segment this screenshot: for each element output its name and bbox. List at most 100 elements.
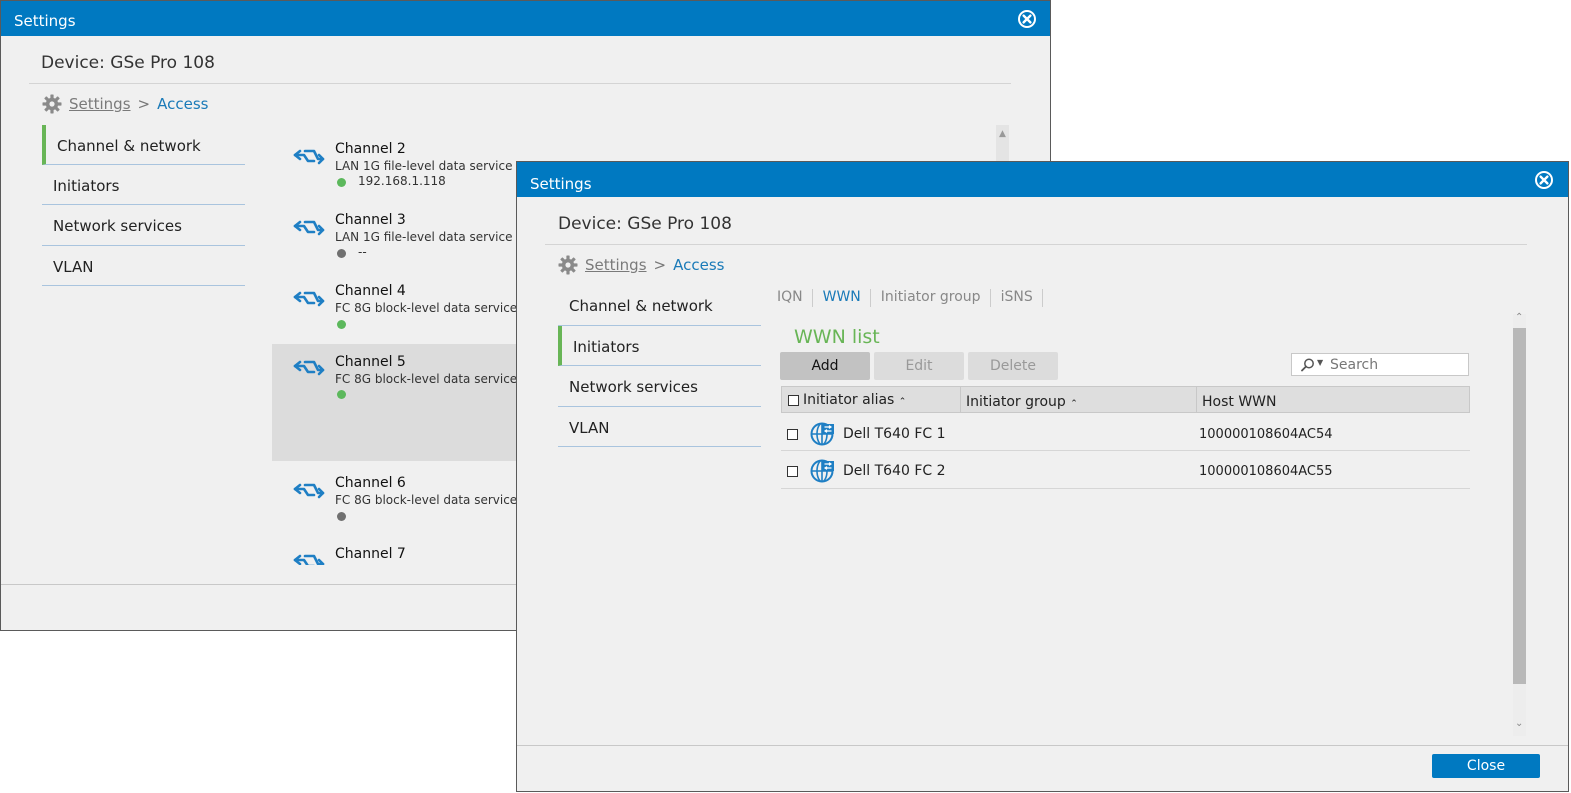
front-nav-vlan[interactable]: VLAN bbox=[558, 407, 761, 447]
tab-isns[interactable]: iSNS bbox=[1001, 289, 1043, 307]
status-dot-gray bbox=[337, 512, 346, 521]
cell-host-wwn: 100000108604AC55 bbox=[1199, 464, 1333, 479]
column-header-initiator-group[interactable]: Initiator group ⌃ bbox=[966, 394, 1078, 410]
back-nav-initiators[interactable]: Initiators bbox=[42, 165, 245, 205]
front-scrollbar[interactable]: ⌃ ⌄ bbox=[1513, 312, 1526, 736]
channel-item-3[interactable]: Channel 3 LAN 1G file-level data service… bbox=[272, 209, 532, 279]
add-button[interactable]: Add bbox=[780, 352, 870, 380]
back-device-label: Device: GSe Pro 108 bbox=[41, 53, 215, 73]
channel-name: Channel 6 bbox=[335, 475, 406, 491]
close-button[interactable]: Close bbox=[1432, 754, 1540, 778]
channel-item-6[interactable]: Channel 6 FC 8G block-level data service… bbox=[272, 472, 536, 542]
channel-name: Channel 4 bbox=[335, 283, 406, 299]
front-footer-divider bbox=[517, 745, 1568, 746]
front-title-bar: Settings bbox=[517, 162, 1568, 197]
column-divider bbox=[1196, 387, 1197, 412]
tab-initiator-group[interactable]: Initiator group bbox=[881, 289, 991, 307]
back-breadcrumb: Settings > Access bbox=[42, 94, 208, 114]
nav-label: Channel & network bbox=[569, 297, 713, 315]
channel-item-7[interactable]: Channel 7 bbox=[272, 543, 532, 565]
column-label: Initiator alias bbox=[803, 392, 895, 408]
nav-label: Network services bbox=[569, 378, 698, 396]
channel-name: Channel 5 bbox=[335, 354, 406, 370]
column-label: Initiator group bbox=[966, 394, 1066, 410]
channel-ip: 192.168.1.118 bbox=[358, 174, 446, 188]
channel-item-4[interactable]: Channel 4 FC 8G block-level data service… bbox=[272, 280, 536, 350]
column-divider bbox=[960, 387, 961, 412]
back-nav-vlan[interactable]: VLAN bbox=[42, 246, 245, 286]
channel-name: Channel 7 bbox=[335, 546, 406, 562]
wwn-table: Initiator alias ⌃ Initiator group ⌃ Host… bbox=[781, 386, 1470, 489]
initiator-icon bbox=[810, 421, 836, 447]
front-settings-window: Settings Device: GSe Pro 108 Settings > … bbox=[516, 161, 1569, 792]
status-dot-green bbox=[337, 320, 346, 329]
status-dot-gray bbox=[337, 249, 346, 258]
scroll-down-arrow-icon[interactable]: ⌄ bbox=[1515, 718, 1523, 729]
scroll-up-arrow-icon[interactable]: ⌃ bbox=[1515, 312, 1523, 323]
back-close-icon[interactable] bbox=[1018, 10, 1036, 28]
front-device-label: Device: GSe Pro 108 bbox=[558, 214, 732, 234]
gear-icon bbox=[42, 94, 62, 114]
delete-button[interactable]: Delete bbox=[968, 352, 1058, 380]
table-row[interactable]: Dell T640 FC 1 100000108604AC54 bbox=[781, 413, 1470, 451]
channel-name: Channel 2 bbox=[335, 141, 406, 157]
channel-description: LAN 1G file-level data service bbox=[335, 159, 513, 173]
initiator-icon bbox=[810, 458, 836, 484]
status-dot-green bbox=[337, 178, 346, 187]
column-header-initiator-alias[interactable]: Initiator alias ⌃ bbox=[803, 392, 906, 408]
channel-name: Channel 3 bbox=[335, 212, 406, 228]
scroll-up-arrow-icon[interactable]: ▲ bbox=[999, 129, 1006, 139]
chevron-down-icon[interactable]: ▼ bbox=[1317, 358, 1323, 367]
table-header: Initiator alias ⌃ Initiator group ⌃ Host… bbox=[781, 386, 1470, 413]
front-breadcrumb-current: Access bbox=[673, 256, 725, 274]
channel-item-2[interactable]: Channel 2 LAN 1G file-level data service… bbox=[272, 138, 532, 208]
channel-item-5-selected[interactable]: Channel 5 FC 8G block-level data service… bbox=[272, 344, 535, 461]
channel-icon bbox=[292, 358, 326, 378]
channel-icon bbox=[292, 218, 326, 238]
channel-description: FC 8G block-level data service (Fi bbox=[335, 493, 536, 507]
edit-button[interactable]: Edit bbox=[874, 352, 964, 380]
breadcrumb-separator: > bbox=[137, 95, 151, 113]
row-checkbox[interactable] bbox=[787, 466, 798, 477]
nav-label: Initiators bbox=[53, 177, 120, 195]
status-dot-green bbox=[337, 390, 346, 399]
cell-initiator-alias: Dell T640 FC 2 bbox=[843, 463, 946, 479]
channel-description: FC 8G block-level data service (Fi bbox=[335, 301, 536, 315]
initiator-tabs: IQN WWN Initiator group iSNS bbox=[777, 289, 1053, 307]
table-row[interactable]: Dell T640 FC 2 100000108604AC55 bbox=[781, 451, 1470, 489]
tab-wwn[interactable]: WWN bbox=[823, 289, 871, 307]
front-close-icon[interactable] bbox=[1535, 171, 1553, 189]
back-nav-network-services[interactable]: Network services bbox=[42, 205, 245, 246]
search-placeholder: Search bbox=[1330, 357, 1379, 373]
back-breadcrumb-current: Access bbox=[157, 95, 209, 113]
front-nav-network-services[interactable]: Network services bbox=[558, 366, 761, 407]
back-breadcrumb-settings-link[interactable]: Settings bbox=[69, 95, 131, 113]
column-header-host-wwn[interactable]: Host WWN bbox=[1202, 394, 1276, 410]
back-title-bar: Settings bbox=[1, 1, 1050, 36]
nav-label: VLAN bbox=[569, 419, 610, 437]
select-all-checkbox[interactable] bbox=[788, 395, 799, 406]
channel-description: LAN 1G file-level data service bbox=[335, 230, 513, 244]
nav-label: Channel & network bbox=[57, 137, 201, 155]
front-breadcrumb: Settings > Access bbox=[558, 255, 724, 275]
sort-asc-icon: ⌃ bbox=[1070, 399, 1078, 409]
front-window-title: Settings bbox=[530, 175, 592, 193]
back-scrollbar[interactable]: ▲ bbox=[996, 125, 1009, 165]
channel-icon bbox=[292, 481, 326, 501]
sort-asc-icon: ⌃ bbox=[898, 397, 907, 407]
gear-icon bbox=[558, 255, 578, 275]
front-breadcrumb-settings-link[interactable]: Settings bbox=[585, 256, 647, 274]
front-nav-channel-network[interactable]: Channel & network bbox=[558, 285, 761, 326]
row-checkbox[interactable] bbox=[787, 429, 798, 440]
tab-iqn[interactable]: IQN bbox=[777, 289, 813, 307]
cell-initiator-alias: Dell T640 FC 1 bbox=[843, 426, 946, 442]
scrollbar-thumb[interactable] bbox=[1513, 328, 1526, 684]
back-divider bbox=[29, 83, 1011, 84]
nav-label: Initiators bbox=[573, 338, 640, 356]
front-nav-initiators[interactable]: Initiators bbox=[558, 326, 761, 366]
nav-label: Network services bbox=[53, 217, 182, 235]
search-box[interactable]: ▼ Search bbox=[1291, 353, 1469, 376]
back-nav-channel-network[interactable]: Channel & network bbox=[42, 125, 245, 165]
breadcrumb-separator: > bbox=[653, 256, 667, 274]
nav-label: VLAN bbox=[53, 258, 94, 276]
